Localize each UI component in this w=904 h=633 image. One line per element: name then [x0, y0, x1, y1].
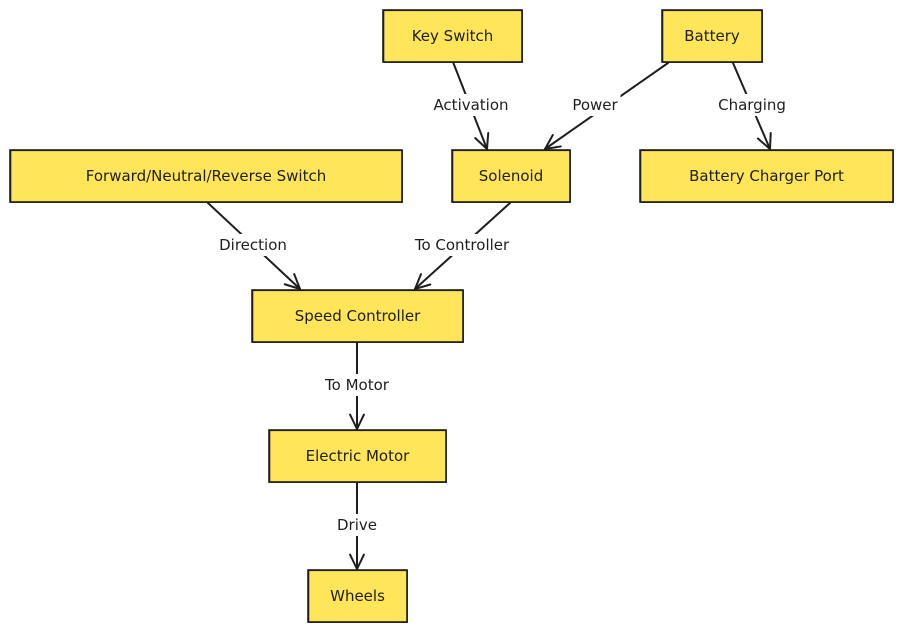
node-label: Solenoid	[479, 167, 543, 185]
edge-label: To Controller	[414, 236, 510, 254]
node-speed[interactable]: Speed Controller	[251, 289, 464, 343]
node-label: Forward/Neutral/Reverse Switch	[86, 167, 326, 185]
edge-solenoid-to-speed: To Controller	[402, 202, 522, 291]
edge-key-to-solenoid: Activation	[424, 61, 518, 152]
edge-battery-to-charger: Charging	[713, 62, 791, 152]
node-label: Battery Charger Port	[689, 167, 844, 185]
node-battery[interactable]: Battery	[661, 9, 763, 63]
node-wheels[interactable]: Wheels	[307, 569, 408, 623]
edge-motor-to-wheels: Drive	[331, 482, 383, 572]
node-motor[interactable]: Electric Motor	[268, 429, 447, 483]
node-key[interactable]: Key Switch	[382, 9, 523, 63]
node-fnr[interactable]: Forward/Neutral/Reverse Switch	[9, 149, 403, 203]
node-label: Electric Motor	[306, 447, 411, 465]
node-label: Battery	[684, 27, 740, 45]
node-charger[interactable]: Battery Charger Port	[639, 149, 894, 203]
flowchart: Activation Power Charging Direction To Contr…	[9, 9, 894, 623]
node-label: Key Switch	[412, 27, 494, 45]
node-label: Wheels	[330, 587, 385, 605]
node-solenoid[interactable]: Solenoid	[451, 149, 571, 203]
edge-fnr-to-speed: Direction	[207, 202, 302, 291]
edge-label: Power	[572, 96, 618, 114]
edge-label: Direction	[219, 236, 287, 254]
edge-label: Drive	[337, 516, 377, 534]
edge-label: Activation	[433, 96, 508, 114]
edge-speed-to-motor: To Motor	[318, 342, 396, 432]
node-label: Speed Controller	[295, 307, 421, 325]
edge-battery-to-solenoid: Power	[543, 62, 669, 151]
edge-label: Charging	[718, 96, 786, 114]
edge-label: To Motor	[324, 376, 390, 394]
